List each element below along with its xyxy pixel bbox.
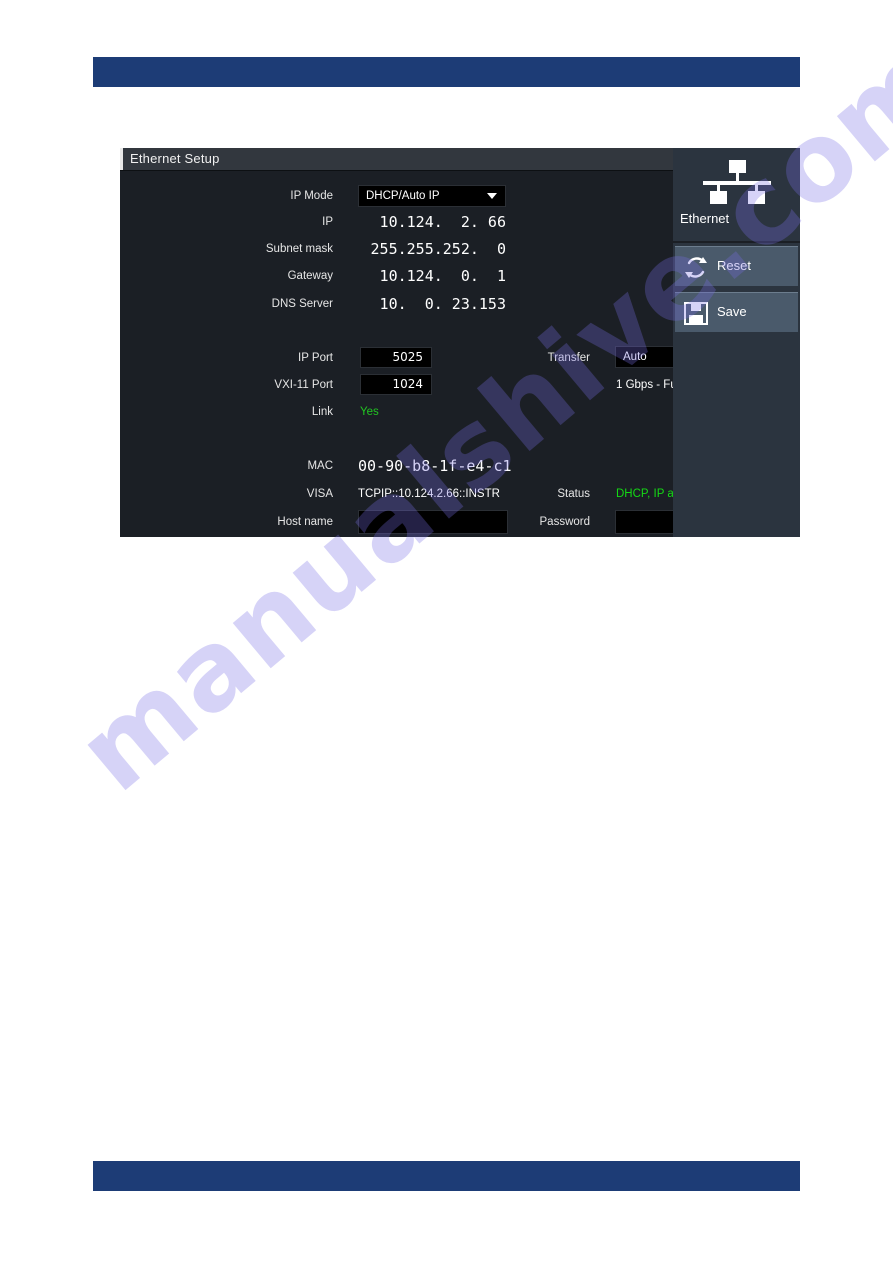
visa-resource-value: TCPIP::10.124.2.66::INSTR [358,488,500,500]
subnet-mask-value[interactable]: 255.255.252. 0 [366,239,506,259]
ip-mode-label: IP Mode [290,190,333,202]
gateway-value[interactable]: 10.124. 0. 1 [366,266,506,286]
ethernet-setup-screenshot: Ethernet Setup IP Mode DHCP/Auto IP IP 1… [120,148,800,537]
save-button[interactable]: Save [675,292,798,332]
gateway-label: Gateway [287,270,333,282]
ip-port-label: IP Port [298,352,333,364]
sidebar-empty-area [673,334,800,537]
page-footer-bar [93,1161,800,1191]
link-status-value: Yes [360,406,379,418]
subnet-mask-label: Subnet mask [265,243,333,255]
ip-mode-dropdown[interactable]: DHCP/Auto IP [358,185,506,207]
refresh-arrows-icon [685,257,707,278]
dns-server-label: DNS Server [271,298,333,310]
vxi11-port-value: 1024 [392,377,423,391]
dialog-sidebar: Ethernet Reset Save [673,148,800,537]
dialog-title-bar: Ethernet Setup [120,148,673,170]
page-header-bar [93,57,800,87]
dns-server-value[interactable]: 10. 0. 23.153 [366,294,506,314]
reset-button-label: Reset [717,258,751,273]
mac-label: MAC [307,460,333,472]
reset-button[interactable]: Reset [675,246,798,286]
ip-label: IP [322,216,333,228]
chevron-down-icon [487,193,497,199]
vxi11-port-label: VXI-11 Port [274,379,333,391]
transfer-value: Auto [623,351,647,363]
status-label: Status [557,488,590,500]
ip-mode-value: DHCP/Auto IP [366,190,440,202]
ip-value[interactable]: 10.124. 2. 66 [366,212,506,232]
link-label: Link [311,406,333,418]
dialog-main-panel: Ethernet Setup IP Mode DHCP/Auto IP IP 1… [120,148,763,537]
password-label: Password [539,516,591,528]
title-divider [120,170,673,171]
visa-label: VISA [306,488,333,500]
ip-port-value: 5025 [392,350,423,364]
transfer-label: Transfer [547,352,590,364]
sidebar-header-label: Ethernet [680,211,730,226]
ip-port-input[interactable]: 5025 [360,347,432,368]
vxi11-port-input[interactable]: 1024 [360,374,432,395]
mac-value: 00-90-b8-1f-e4-c1 [358,457,512,475]
network-topology-icon [703,160,771,204]
sidebar-header: Ethernet [673,148,800,243]
save-button-label: Save [717,304,747,319]
host-name-label: Host name [277,516,333,528]
floppy-disk-icon [684,302,708,325]
dialog-title: Ethernet Setup [130,151,220,166]
